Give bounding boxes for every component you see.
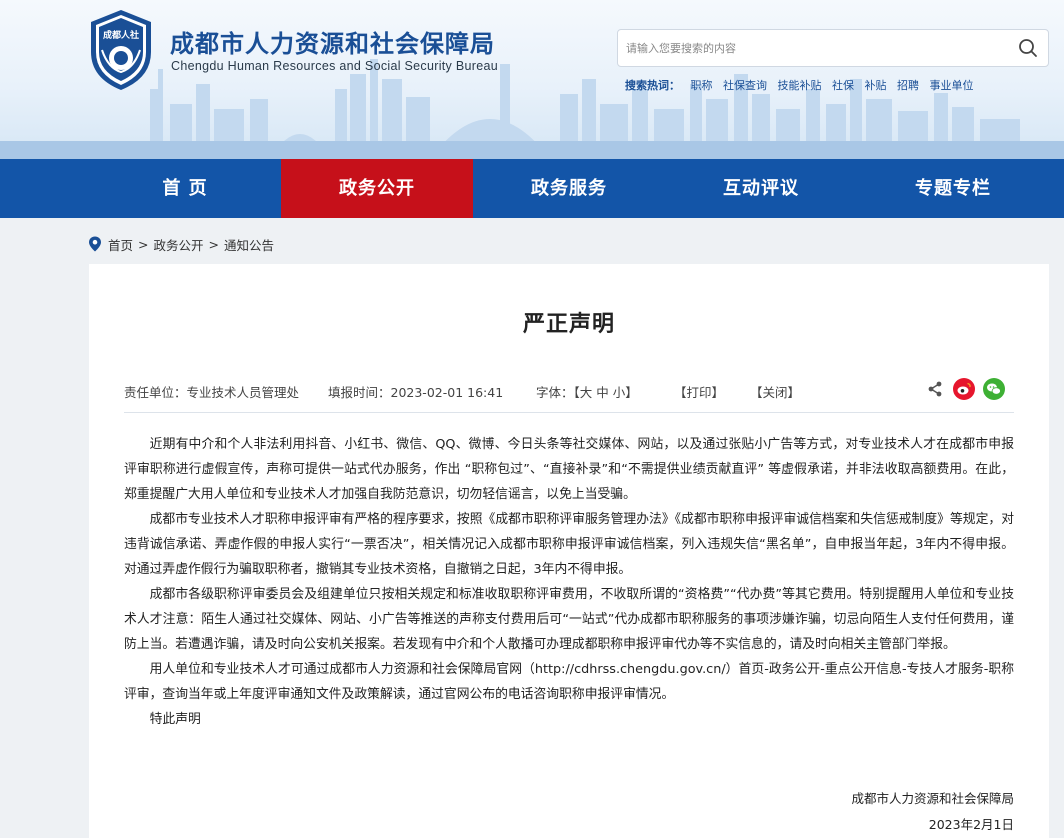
breadcrumb: 首页 > 政务公开 > 通知公告 [88,234,274,254]
meta-divider [124,412,1014,413]
hot-word[interactable]: 招聘 [897,79,919,92]
breadcrumb-government-affairs[interactable]: 政务公开 [154,235,204,254]
main-nav: 首 页 政务公开 政务服务 互动评议 专题专栏 [0,159,1064,218]
search-input[interactable] [618,30,1008,66]
font-medium-button[interactable]: 中 [596,385,609,400]
font-size-label: 字体：【 [536,385,580,400]
responsible-unit: 责任单位：专业技术人员管理处 [124,385,300,400]
nav-item-home[interactable]: 首 页 [89,159,281,218]
article-paragraph: 近期有中介和个人非法利用抖音、小红书、微信、QQ、微博、今日头条等社交媒体、网站… [124,437,1014,502]
hot-word[interactable]: 补贴 [865,79,887,92]
share-icon[interactable] [924,378,946,400]
breadcrumb-notices[interactable]: 通知公告 [224,235,274,254]
article-panel: 严正声明 责任单位：专业技术人员管理处 填报时间：2023-02-01 16:4… [89,264,1049,838]
article-title: 严正声明 [522,312,615,337]
article-paragraph: 特此声明 [149,712,201,727]
hot-word[interactable]: 技能补贴 [778,79,822,92]
font-size-control: 字体：【大 中 小】 [536,382,638,401]
hot-word[interactable]: 社保查询 [723,79,767,92]
nav-item-interaction[interactable]: 互动评议 [665,159,857,218]
wechat-icon[interactable] [983,378,1005,400]
hot-word[interactable]: 社保 [832,79,854,92]
location-pin-icon [89,236,101,252]
breadcrumb-separator: > [208,236,219,252]
article-paragraph: 成都市各级职称评审委员会及组建单位只按相关规定和标准收取职称评审费用，不收取所谓… [124,587,1014,652]
font-small-button[interactable]: 小 [613,385,626,400]
article-paragraph: 成都市专业技术人才职称申报评审有严格的程序要求，按照《成都市职称评审服务管理办法… [124,512,1014,577]
weibo-icon[interactable] [953,378,975,400]
article-paragraph: 用人单位和专业技术人才可通过成都市人力资源和社会保障局官网（http://cdh… [124,662,1014,702]
nav-item-government-affairs[interactable]: 政务公开 [281,159,473,218]
signature-date: 2023年2月1日 [928,817,1014,832]
publish-time: 填报时间：2023-02-01 16:41 [328,385,504,400]
hot-words-label: 搜索热词： [625,79,680,92]
print-button[interactable]: 【打印】 [674,382,724,401]
article-body: 近期有中介和个人非法利用抖音、小红书、微信、QQ、微博、今日头条等社交媒体、网站… [124,432,1014,732]
signature: 成都市人力资源和社会保障局 [851,791,1014,806]
bureau-logo: 成都人社 [91,10,151,90]
nav-item-special-topics[interactable]: 专题专栏 [857,159,1049,218]
logo-text: 成都人社 [103,29,139,41]
breadcrumb-separator: > [138,236,149,252]
site-title: 成都市人力资源和社会保障局 [170,30,495,58]
article-meta: 责任单位：专业技术人员管理处 填报时间：2023-02-01 16:41 字体：… [124,378,1014,412]
close-button[interactable]: 【关闭】 [750,382,800,401]
nav-item-government-services[interactable]: 政务服务 [473,159,665,218]
hot-word[interactable]: 事业单位 [930,79,974,92]
search-icon[interactable] [1016,36,1040,60]
site-subtitle: Chengdu Human Resources and Social Secur… [171,59,498,73]
breadcrumb-home[interactable]: 首页 [108,235,133,254]
hot-word[interactable]: 职称 [691,79,713,92]
font-large-button[interactable]: 大 [580,385,593,400]
search-box [617,29,1049,67]
font-size-bracket: 】 [625,385,638,400]
hot-search-words: 搜索热词： 职称 社保查询 技能补贴 社保 补贴 招聘 事业单位 [625,77,974,93]
site-header: 成都人社 成都市人力资源和社会保障局 Chengdu Human Resourc… [0,0,1064,159]
